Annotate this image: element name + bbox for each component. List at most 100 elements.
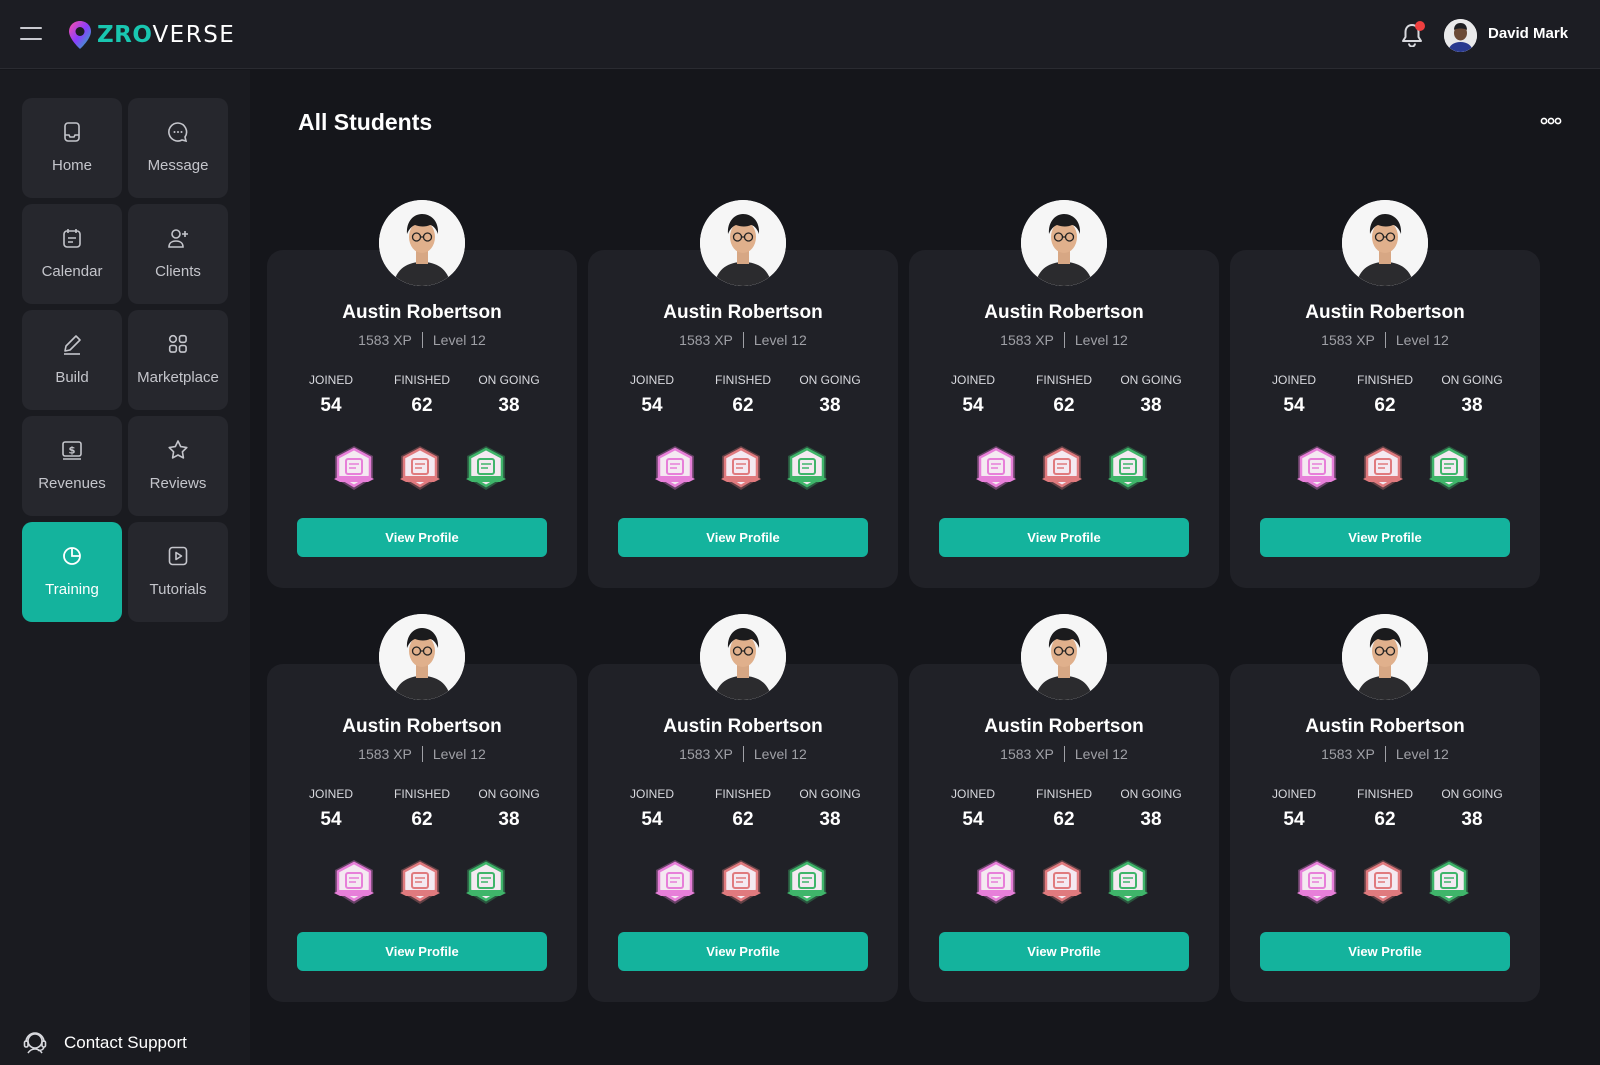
student-photo [700, 614, 786, 700]
achievement-badge[interactable] [1294, 444, 1340, 494]
stat-joined: JOINED 54 [286, 373, 376, 417]
view-profile-button[interactable]: View Profile [618, 518, 868, 557]
sidebar-item-home[interactable]: Home [22, 98, 122, 198]
sidebar-item-message[interactable]: Message [128, 98, 228, 198]
achievement-badge[interactable] [718, 444, 764, 494]
stat-label: FINISHED [1356, 787, 1413, 801]
sidebar-item-label: Build [55, 369, 89, 386]
achievement-badge[interactable] [1039, 858, 1085, 908]
sidebar-item-label: Message [147, 157, 209, 174]
student-meta: 1583 XP Level 12 [267, 332, 577, 348]
stat-finished: FINISHED 62 [377, 787, 467, 831]
student-avatar[interactable] [379, 614, 465, 700]
sidebar-item-reviews[interactable]: Reviews [128, 416, 228, 516]
student-photo [379, 614, 465, 700]
sidebar-item-revenues[interactable]: $ Revenues [22, 416, 122, 516]
stat-ongoing: ON GOING 38 [464, 373, 554, 417]
student-xp: 1583 XP [358, 746, 412, 762]
achievement-badge[interactable] [1039, 444, 1085, 494]
view-profile-button[interactable]: View Profile [1260, 932, 1510, 971]
stat-label: JOINED [950, 373, 995, 387]
sidebar-item-label: Revenues [38, 475, 106, 492]
achievement-badge[interactable] [1426, 444, 1472, 494]
writing-badge-icon [721, 860, 761, 904]
student-avatar[interactable] [1342, 200, 1428, 286]
qr-badge-icon [334, 446, 374, 490]
student-avatar[interactable] [700, 614, 786, 700]
achievement-badge[interactable] [397, 444, 443, 494]
student-name: Austin Robertson [342, 302, 502, 323]
achievement-badge[interactable] [652, 444, 698, 494]
student-card: Austin Robertson 1583 XP Level 12 JOINED 54 F… [909, 250, 1219, 588]
sidebar-item-label: Reviews [149, 475, 207, 492]
star-icon [168, 440, 188, 459]
view-profile-button[interactable]: View Profile [1260, 518, 1510, 557]
view-profile-button[interactable]: View Profile [297, 518, 547, 557]
achievement-badge[interactable] [1105, 858, 1151, 908]
meta-divider [1063, 332, 1065, 348]
view-profile-button[interactable]: View Profile [939, 518, 1189, 557]
student-avatar[interactable] [1021, 614, 1107, 700]
stat-label: FINISHED [1356, 373, 1413, 387]
student-xp: 1583 XP [1321, 746, 1375, 762]
menu-icon[interactable] [20, 25, 42, 43]
student-card: Austin Robertson 1583 XP Level 12 JOINED 54 F… [267, 250, 577, 588]
achievement-badge[interactable] [1426, 858, 1472, 908]
stat-label: JOINED [1271, 787, 1316, 801]
achievement-badge[interactable] [652, 858, 698, 908]
sidebar-item-marketplace[interactable]: Marketplace [128, 310, 228, 410]
logo[interactable]: ZROVERSE [67, 20, 235, 50]
stat-ongoing: ON GOING 38 [1106, 787, 1196, 831]
sidebar-item-calendar[interactable]: Calendar [22, 204, 122, 304]
user-avatar[interactable] [1444, 19, 1477, 52]
achievement-badge[interactable] [784, 858, 830, 908]
achievement-badge[interactable] [463, 444, 509, 494]
achievement-badge[interactable] [1105, 444, 1151, 494]
stat-value: 54 [641, 395, 663, 416]
student-avatar[interactable] [700, 200, 786, 286]
stat-finished: FINISHED 62 [1019, 787, 1109, 831]
view-profile-button[interactable]: View Profile [618, 932, 868, 971]
top-bar: ZROVERSE David Mark [0, 0, 1600, 69]
stat-label: ON GOING [1441, 787, 1503, 801]
achievement-badge[interactable] [331, 444, 377, 494]
qr-badge-icon [334, 860, 374, 904]
achievement-badge[interactable] [718, 858, 764, 908]
achievement-badge[interactable] [1360, 858, 1406, 908]
student-xp: 1583 XP [1321, 332, 1375, 348]
meta-divider [1384, 746, 1386, 762]
sidebar-item-tutorials[interactable]: Tutorials [128, 522, 228, 622]
achievement-badge[interactable] [973, 858, 1019, 908]
stat-ongoing: ON GOING 38 [1106, 373, 1196, 417]
achievement-badge[interactable] [463, 858, 509, 908]
achievement-badge[interactable] [1360, 444, 1406, 494]
achievement-badge[interactable] [397, 858, 443, 908]
achievement-badge[interactable] [973, 444, 1019, 494]
testing-badge-icon [787, 446, 827, 490]
achievement-badge[interactable] [331, 858, 377, 908]
achievement-badge[interactable] [784, 444, 830, 494]
headset-icon [23, 1032, 47, 1054]
sidebar-item-training[interactable]: Training [22, 522, 122, 622]
meta-divider [1384, 332, 1386, 348]
qr-badge-icon [976, 446, 1016, 490]
home-icon [64, 122, 80, 142]
stat-label: FINISHED [1035, 373, 1092, 387]
student-level: Level 12 [1395, 746, 1449, 762]
user-name[interactable]: David Mark [1488, 25, 1568, 42]
student-avatar[interactable] [379, 200, 465, 286]
stat-label: FINISHED [714, 787, 771, 801]
student-meta: 1583 XP Level 12 [909, 746, 1219, 762]
stat-finished: FINISHED 62 [1340, 787, 1430, 831]
contact-support-link[interactable]: Contact Support [22, 1028, 187, 1058]
student-avatar[interactable] [1021, 200, 1107, 286]
stat-label: JOINED [629, 787, 674, 801]
sidebar-item-clients[interactable]: Clients [128, 204, 228, 304]
student-avatar[interactable] [1342, 614, 1428, 700]
more-options-icon[interactable] [1540, 117, 1562, 125]
achievement-badge[interactable] [1294, 858, 1340, 908]
stat-label: ON GOING [1120, 787, 1182, 801]
sidebar-item-build[interactable]: Build [22, 310, 122, 410]
view-profile-button[interactable]: View Profile [939, 932, 1189, 971]
view-profile-button[interactable]: View Profile [297, 932, 547, 971]
